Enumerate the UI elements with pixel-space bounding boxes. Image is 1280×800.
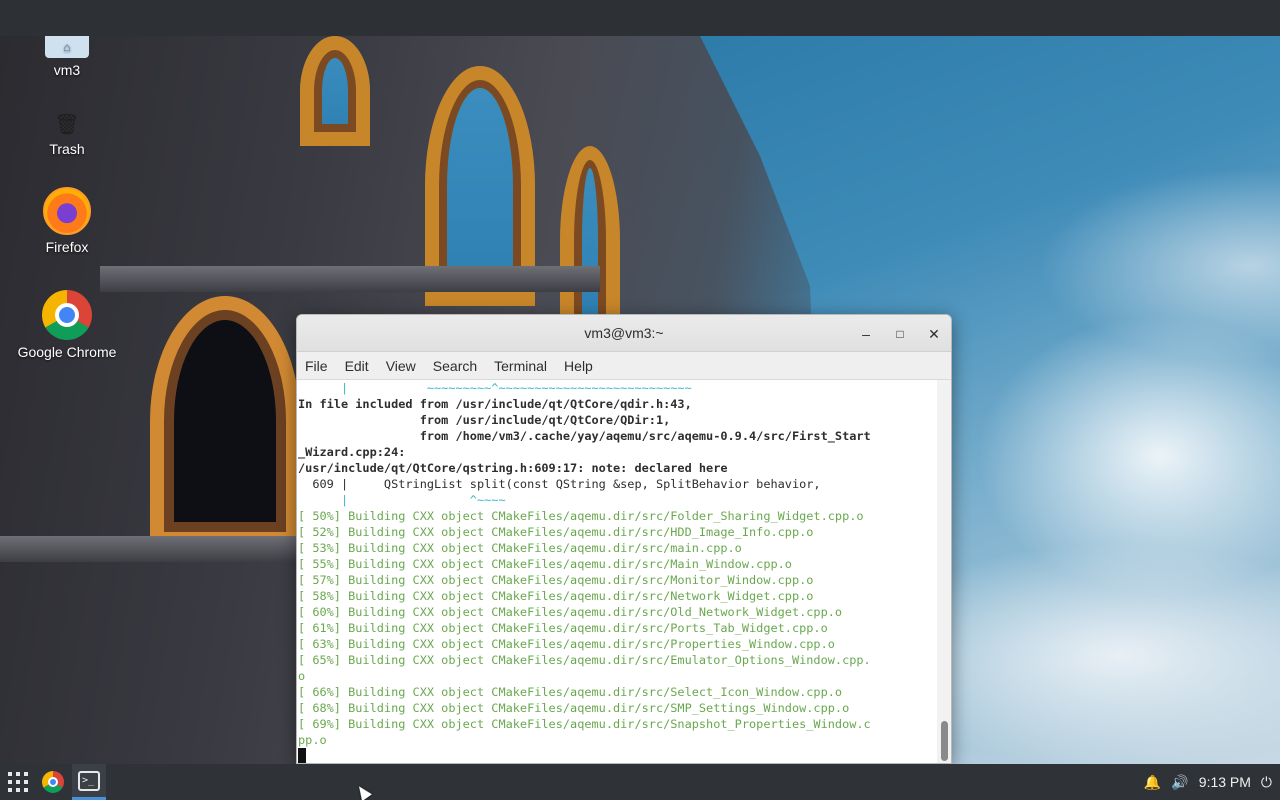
desktop-icon-label: Firefox	[45, 239, 89, 255]
terminal-icon: >_	[78, 770, 100, 791]
terminal-line: [ 68%] Building CXX object CMakeFiles/aq…	[298, 701, 850, 715]
terminal-line: pp.o	[298, 733, 327, 747]
minimize-button[interactable]: –	[855, 323, 877, 345]
terminal-line: from /usr/include/qt/QtCore/QDir:1,	[298, 413, 671, 427]
taskbar: >_ 🔔 🔊 9:13 PM ⏻	[0, 764, 1280, 800]
terminal-line: [ 60%] Building CXX object CMakeFiles/aq…	[298, 605, 843, 619]
menu-bar: File Edit View Search Terminal Help	[297, 352, 951, 380]
clock[interactable]: 9:13 PM	[1199, 774, 1251, 790]
desktop-icon-label: vm3	[53, 62, 81, 78]
window-titlebar[interactable]: vm3@vm3:~ – □ ✕	[297, 315, 951, 352]
terminal-line: [ 53%] Building CXX object CMakeFiles/aq…	[298, 541, 742, 555]
terminal-output[interactable]: | ~~~~~~~~~^~~~~~~~~~~~~~~~~~~~~~~~~~~~ …	[297, 380, 939, 763]
menu-edit[interactable]: Edit	[345, 358, 369, 374]
terminal-line: [ 61%] Building CXX object CMakeFiles/aq…	[298, 621, 828, 635]
trash-icon: 🗑	[54, 114, 80, 136]
maximize-button[interactable]: □	[889, 323, 911, 345]
terminal-line: [ 57%] Building CXX object CMakeFiles/aq…	[298, 573, 814, 587]
desktop-icon-firefox[interactable]: Firefox	[7, 187, 127, 255]
terminal-line: | ~~~~~~~~~^~~~~~~~~~~~~~~~~~~~~~~~~~~~	[298, 381, 692, 395]
terminal-line: In file included from /usr/include/qt/Qt…	[298, 397, 692, 411]
terminal-line: [ 69%] Building CXX object CMakeFiles/aq…	[298, 717, 871, 731]
terminal-scrollbar[interactable]	[937, 380, 951, 763]
apps-grid-icon[interactable]	[8, 772, 28, 792]
firefox-icon	[43, 187, 91, 235]
terminal-window: vm3@vm3:~ – □ ✕ File Edit View Search Te…	[296, 314, 952, 764]
menu-view[interactable]: View	[386, 358, 416, 374]
chrome-icon	[42, 290, 92, 340]
desktop-icon-label: Google Chrome	[17, 344, 117, 360]
home-folder-icon: ⌂	[45, 36, 89, 58]
top-panel	[0, 0, 1280, 36]
window-title: vm3@vm3:~	[584, 325, 664, 341]
terminal-line: [ 50%] Building CXX object CMakeFiles/aq…	[298, 509, 864, 523]
menu-search[interactable]: Search	[433, 358, 477, 374]
desktop-icon-home[interactable]: ⌂ vm3	[7, 36, 127, 78]
power-icon[interactable]: ⏻	[1261, 774, 1272, 791]
terminal-line: from /home/vm3/.cache/yay/aqemu/src/aqem…	[298, 429, 871, 443]
terminal-line: [ 58%] Building CXX object CMakeFiles/aq…	[298, 589, 814, 603]
volume-icon[interactable]: 🔊	[1171, 774, 1188, 791]
terminal-cursor	[298, 748, 306, 763]
menu-terminal[interactable]: Terminal	[494, 358, 547, 374]
terminal-line: [ 52%] Building CXX object CMakeFiles/aq…	[298, 525, 814, 539]
bell-icon[interactable]: 🔔	[1144, 774, 1161, 791]
terminal-line: o	[298, 669, 306, 683]
desktop-icon-chrome[interactable]: Google Chrome	[7, 290, 127, 360]
terminal-line: [ 65%] Building CXX object CMakeFiles/aq…	[298, 653, 871, 667]
terminal-prompt-line	[298, 748, 939, 763]
terminal-line: /usr/include/qt/QtCore/qstring.h:609:17:…	[298, 461, 728, 475]
taskbar-chrome-icon[interactable]	[42, 771, 64, 793]
terminal-line: 609 | QStringList split(const QString &s…	[298, 477, 821, 491]
close-button[interactable]: ✕	[923, 323, 945, 345]
terminal-line: | ^~~~~	[298, 493, 506, 507]
desktop-icon-label: Trash	[49, 141, 85, 157]
menu-help[interactable]: Help	[564, 358, 593, 374]
terminal-line: _Wizard.cpp:24:	[298, 445, 406, 459]
desktop-icon-trash[interactable]: 🗑 Trash	[7, 112, 127, 157]
system-tray: 🔔 🔊 9:13 PM ⏻	[1134, 764, 1272, 800]
terminal-line: [ 55%] Building CXX object CMakeFiles/aq…	[298, 557, 792, 571]
menu-file[interactable]: File	[305, 358, 328, 374]
scrollbar-thumb[interactable]	[941, 721, 948, 761]
terminal-line: [ 63%] Building CXX object CMakeFiles/aq…	[298, 637, 835, 651]
taskbar-terminal-button[interactable]: >_	[72, 764, 106, 800]
terminal-line: [ 66%] Building CXX object CMakeFiles/aq…	[298, 685, 843, 699]
